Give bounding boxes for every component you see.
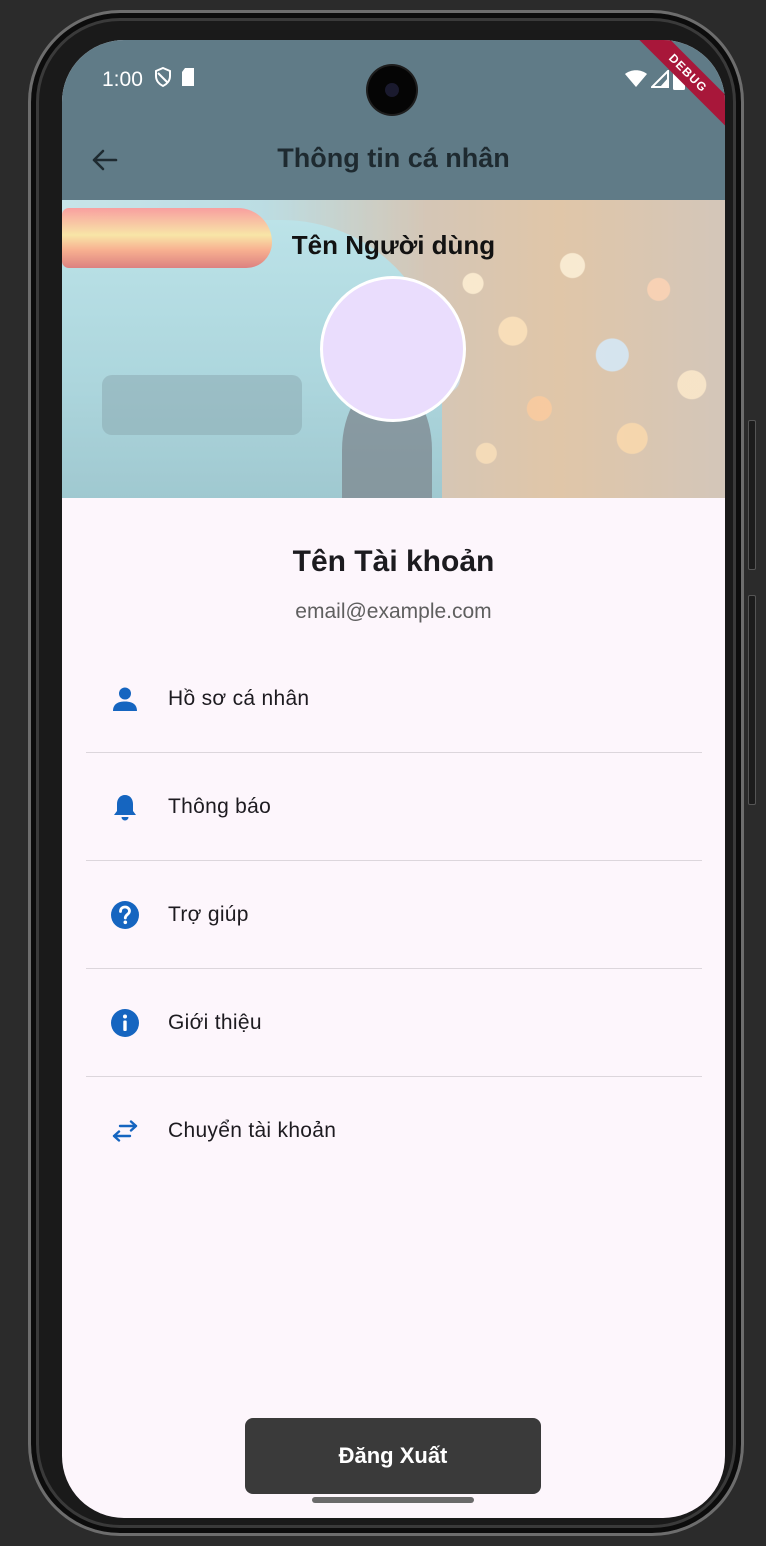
screen: 1:00 DEBUG Thông tin cá nhân Tên Người d… [62, 40, 725, 1518]
menu-item-help[interactable]: Trợ giúp [86, 861, 702, 969]
account-name: Tên Tài khoản [292, 545, 495, 578]
menu-item-switch-account[interactable]: Chuyển tài khoản [86, 1077, 702, 1185]
status-icons-left [154, 66, 196, 92]
app-bar: 1:00 DEBUG Thông tin cá nhân [62, 40, 725, 200]
menu-item-label: Trợ giúp [168, 902, 249, 926]
signal-icon [649, 68, 669, 93]
status-bar: 1:00 DEBUG [62, 40, 725, 134]
sd-card-icon [180, 67, 196, 92]
status-time: 1:00 [102, 68, 143, 91]
logout-button[interactable]: Đăng Xuất [245, 1418, 541, 1494]
menu-list: Hồ sơ cá nhân Thông báo Trợ giúp Giới th… [86, 645, 702, 1185]
user-name: Tên Người dùng [291, 230, 496, 260]
swap-icon [108, 1114, 142, 1148]
page-title: Thông tin cá nhân [277, 143, 510, 173]
home-indicator[interactable] [312, 1497, 474, 1503]
shield-icon [154, 66, 172, 92]
info-icon [108, 1006, 142, 1040]
profile-header: Tên Người dùng [62, 200, 725, 498]
avatar[interactable] [320, 276, 466, 422]
account-email: email@example.com [295, 600, 492, 623]
menu-item-notifications[interactable]: Thông báo [86, 753, 702, 861]
menu-item-label: Giới thiệu [168, 1010, 262, 1034]
menu-item-label: Chuyển tài khoản [168, 1119, 337, 1142]
wifi-icon [625, 70, 647, 93]
menu-item-profile[interactable]: Hồ sơ cá nhân [86, 645, 702, 753]
power-button [748, 595, 756, 805]
menu-item-label: Hồ sơ cá nhân [168, 686, 310, 710]
bell-icon [108, 790, 142, 824]
help-icon [108, 898, 142, 932]
menu-item-label: Thông báo [168, 794, 272, 818]
person-icon [108, 682, 142, 716]
menu-item-about[interactable]: Giới thiệu [86, 969, 702, 1077]
front-camera [368, 66, 416, 114]
volume-button [748, 420, 756, 570]
